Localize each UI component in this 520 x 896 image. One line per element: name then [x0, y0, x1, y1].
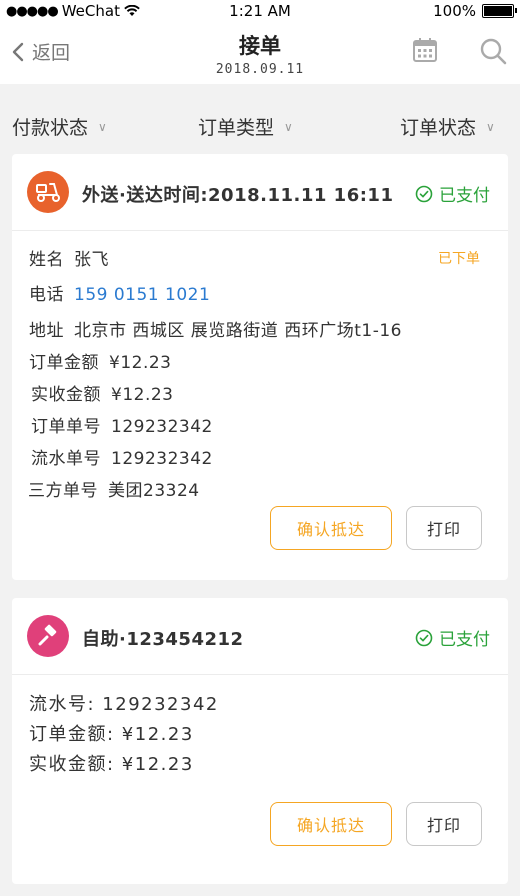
- status-bar: ●●●●● WeChat 1:21 AM 100%: [0, 0, 520, 22]
- page-title: 接单: [239, 34, 281, 58]
- payment-status: 已支付: [415, 181, 490, 206]
- third-no-row: 三方单号 美团23324: [28, 476, 200, 501]
- payment-status-label: 已支付: [439, 186, 490, 206]
- chevron-down-icon: ∨: [284, 119, 293, 134]
- received-row: 实收金额 ¥12.23: [31, 380, 173, 405]
- serial-no-value: 129232342: [111, 449, 213, 469]
- order-card-self-service[interactable]: 自助·123454212 已支付 流水号: 129232342 订单金额: ¥1…: [12, 598, 508, 884]
- confirm-arrival-button[interactable]: 确认抵达: [270, 802, 392, 846]
- amount-line: 订单金额: ¥12.23: [29, 724, 194, 745]
- check-circle-icon: [415, 629, 433, 646]
- confirm-arrival-button[interactable]: 确认抵达: [270, 506, 392, 550]
- received-line: 实收金额: ¥12.23: [29, 754, 194, 775]
- filter-order-status[interactable]: 订单状态 ∨: [400, 113, 495, 140]
- serial-no-row: 流水单号 129232342: [31, 444, 213, 469]
- phone-link[interactable]: 159 0151 1021: [74, 285, 210, 305]
- address-value: 北京市 西城区 展览路街道 西环广场t1-16: [74, 321, 402, 341]
- third-no-value: 美团23324: [108, 481, 200, 501]
- battery-percent: 100%: [433, 2, 476, 20]
- name-value: 张飞: [74, 250, 109, 270]
- order-card-delivery[interactable]: 外送·送达时间:2018.11.11 16:11 已支付 已下单 姓名 张飞 电话…: [12, 154, 508, 580]
- battery-icon: [482, 4, 517, 18]
- address-label: 地址: [29, 321, 64, 341]
- order-status-badge: 已下单: [438, 251, 480, 267]
- phone-label: 电话: [29, 285, 64, 305]
- filter-label: 订单类型: [198, 117, 275, 139]
- serial-no-label: 流水单号: [31, 449, 101, 469]
- payment-status-label: 已支付: [439, 630, 490, 650]
- card-title: 自助·123454212: [82, 629, 244, 650]
- amount-row: 订单金额 ¥12.23: [29, 348, 171, 373]
- nav-bar: 返回 接单 2018.09.11: [0, 22, 520, 84]
- address-row: 地址 北京市 西城区 展览路街道 西环广场t1-16: [29, 316, 402, 341]
- phone-row: 电话 159 0151 1021: [29, 280, 210, 305]
- chevron-down-icon: ∨: [486, 119, 495, 134]
- card-header: 外送·送达时间:2018.11.11 16:11 已支付: [12, 154, 508, 231]
- payment-status: 已支付: [415, 625, 490, 650]
- print-button[interactable]: 打印: [406, 506, 482, 550]
- third-no-label: 三方单号: [28, 481, 98, 501]
- chevron-down-icon: ∨: [98, 119, 107, 134]
- card-header: 自助·123454212 已支付: [12, 598, 508, 675]
- print-button[interactable]: 打印: [406, 802, 482, 846]
- filter-payment-status[interactable]: 付款状态 ∨: [12, 113, 107, 140]
- page-date: 2018.09.11: [215, 62, 305, 77]
- search-icon[interactable]: [479, 37, 507, 65]
- name-label: 姓名: [29, 250, 64, 270]
- amount-value: ¥12.23: [109, 353, 172, 373]
- filter-order-type[interactable]: 订单类型 ∨: [198, 113, 293, 140]
- order-no-value: 129232342: [111, 417, 213, 437]
- order-no-row: 订单单号 129232342: [31, 412, 213, 437]
- filter-bar: 付款状态 ∨ 订单类型 ∨ 订单状态 ∨: [0, 84, 520, 152]
- filter-label: 付款状态: [12, 117, 89, 139]
- received-label: 实收金额: [31, 385, 101, 405]
- battery-group: 100%: [433, 2, 517, 20]
- delivery-scooter-icon: [27, 171, 69, 213]
- title-block: 接单 2018.09.11: [0, 30, 520, 77]
- calendar-icon[interactable]: [412, 36, 438, 64]
- filter-label: 订单状态: [400, 117, 477, 139]
- hammer-icon: [27, 615, 69, 657]
- check-circle-icon: [415, 185, 433, 202]
- serial-line: 流水号: 129232342: [29, 694, 219, 715]
- card-title: 外送·送达时间:2018.11.11 16:11: [82, 185, 394, 206]
- name-row: 姓名 张飞: [29, 245, 109, 270]
- amount-label: 订单金额: [29, 353, 99, 373]
- received-value: ¥12.23: [111, 385, 174, 405]
- order-no-label: 订单单号: [31, 417, 101, 437]
